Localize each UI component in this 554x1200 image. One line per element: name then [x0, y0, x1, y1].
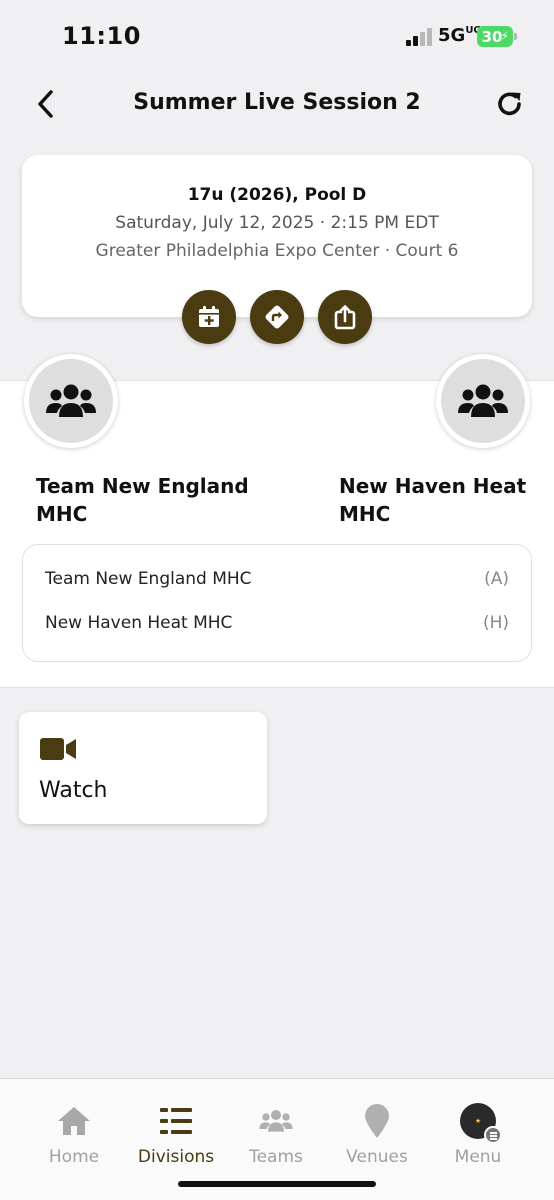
home-icon	[58, 1107, 90, 1135]
game-datetime: Saturday, July 12, 2025 · 2:15 PM EDT	[115, 213, 439, 233]
network-type: 5GUC	[438, 25, 481, 46]
watch-label: Watch	[39, 778, 108, 803]
group-icon	[46, 384, 96, 417]
tab-label: Menu	[454, 1147, 502, 1167]
teams-icon	[259, 1110, 293, 1132]
list-icon	[160, 1108, 192, 1134]
home-team-name[interactable]: New Haven Heat MHC	[339, 472, 526, 528]
tab-home[interactable]: Home	[24, 1101, 124, 1167]
tab-menu[interactable]: ★ Menu	[428, 1101, 528, 1167]
tab-label: Divisions	[137, 1147, 215, 1167]
tab-label: Home	[48, 1147, 100, 1167]
matchup-card: Team New England MHC (A) New Haven Heat …	[22, 544, 532, 662]
refresh-icon	[498, 92, 521, 116]
share-icon	[334, 305, 356, 330]
video-camera-icon	[40, 738, 76, 760]
team-label: New Haven Heat MHC	[45, 613, 233, 633]
map-pin-icon	[365, 1104, 389, 1138]
battery-level: 30	[481, 27, 503, 46]
watch-button[interactable]: Watch	[19, 712, 267, 824]
refresh-button[interactable]	[492, 86, 528, 122]
home-indicator	[178, 1181, 376, 1187]
away-team-name[interactable]: Team New England MHC	[36, 472, 249, 528]
home-team-avatar[interactable]	[436, 354, 530, 448]
status-bar: 11:10 5GUC 30 ⚡	[0, 0, 554, 70]
group-icon	[458, 384, 508, 417]
tab-label: Venues	[346, 1147, 408, 1167]
menu-badge-icon	[484, 1126, 502, 1144]
status-time: 11:10	[62, 22, 141, 50]
battery-icon: 30 ⚡	[477, 26, 517, 47]
page-title: Summer Live Session 2	[133, 90, 421, 115]
nav-header: Summer Live Session 2	[0, 70, 554, 140]
tab-teams[interactable]: Teams	[226, 1101, 326, 1167]
list-item[interactable]: Team New England MHC (A)	[45, 569, 509, 599]
tab-divisions[interactable]: Divisions	[126, 1101, 226, 1167]
menu-logo-icon: ★	[460, 1103, 502, 1144]
away-team-avatar[interactable]	[24, 354, 118, 448]
share-button[interactable]	[318, 290, 372, 344]
calendar-add-icon	[199, 306, 219, 327]
directions-button[interactable]	[250, 290, 304, 344]
signal-strength-icon	[406, 28, 432, 46]
add-to-calendar-button[interactable]	[182, 290, 236, 344]
game-venue: Greater Philadelphia Expo Center · Court…	[95, 241, 459, 261]
team-label: Team New England MHC	[45, 569, 252, 589]
game-actions	[182, 290, 372, 344]
team-side: (A)	[484, 569, 509, 589]
directions-icon	[265, 305, 289, 329]
list-item[interactable]: New Haven Heat MHC (H)	[45, 613, 509, 643]
division-label: 17u (2026), Pool D	[187, 185, 367, 205]
tab-label: Teams	[249, 1147, 303, 1167]
team-side: (H)	[482, 613, 509, 633]
tab-venues[interactable]: Venues	[327, 1101, 427, 1167]
